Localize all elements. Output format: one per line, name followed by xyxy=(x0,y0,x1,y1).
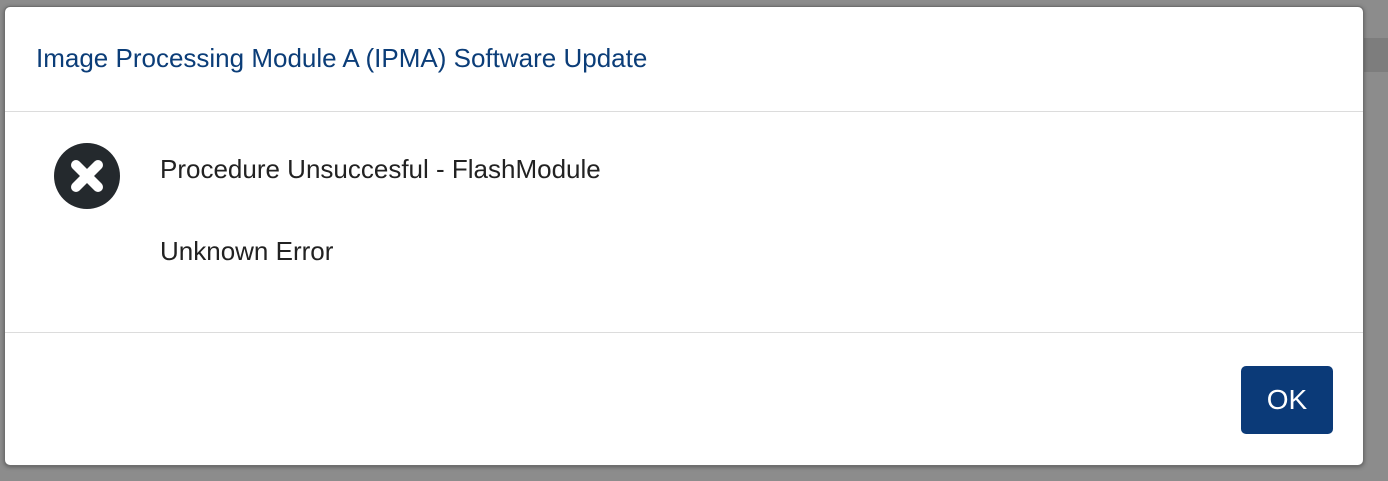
dialog-title: Image Processing Module A (IPMA) Softwar… xyxy=(36,43,648,73)
dialog-header: Image Processing Module A (IPMA) Softwar… xyxy=(5,7,1363,112)
ok-button[interactable]: OK xyxy=(1241,366,1333,434)
error-circle-x-icon xyxy=(54,143,120,209)
dialog-body: Procedure Unsuccesful - FlashModule Unkn… xyxy=(5,112,1363,333)
error-message: Procedure Unsuccesful - FlashModule xyxy=(160,154,601,184)
dialog-footer: OK xyxy=(5,333,1363,465)
update-dialog: Image Processing Module A (IPMA) Softwar… xyxy=(4,6,1364,466)
error-detail: Unknown Error xyxy=(160,236,334,266)
background-scrollbar-area xyxy=(1364,38,1388,72)
